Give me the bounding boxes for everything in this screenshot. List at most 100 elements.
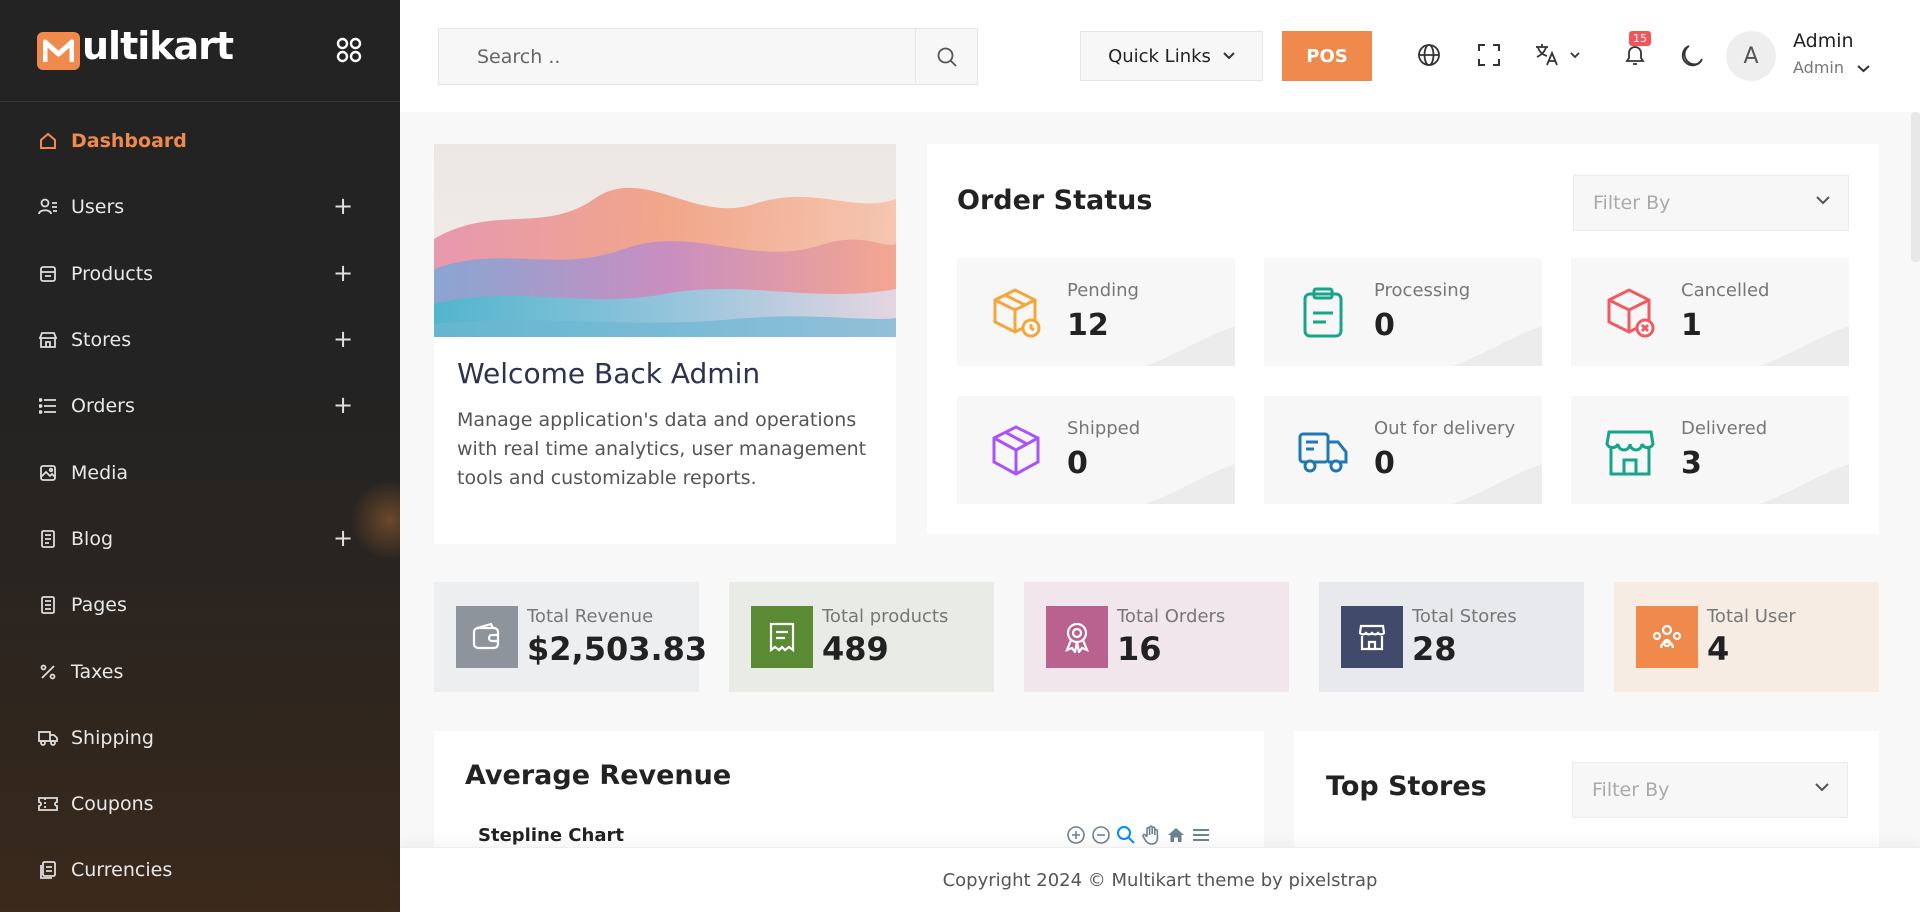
order-status-title: Order Status xyxy=(957,185,1153,216)
tile-wave-decoration xyxy=(1759,326,1849,366)
expand-plus-icon[interactable]: + xyxy=(333,526,353,550)
pan-hand-icon[interactable] xyxy=(1141,825,1161,845)
sidebar-item-label: Blog xyxy=(71,527,113,550)
reset-home-icon[interactable] xyxy=(1166,825,1186,845)
sidebar: ultikart Dashboard Users + Products + St… xyxy=(0,0,400,912)
tile-wave-decoration xyxy=(1759,464,1849,504)
apps-grid-icon[interactable] xyxy=(336,37,362,63)
search-input[interactable] xyxy=(439,29,909,84)
logo-mark[interactable] xyxy=(37,32,80,70)
tile-value: 0 xyxy=(1374,308,1395,343)
tile-label: Pending xyxy=(1067,280,1139,301)
sidebar-item-coupons[interactable]: Coupons xyxy=(0,771,400,837)
list-icon xyxy=(38,396,58,416)
sidebar-item-label: Orders xyxy=(71,395,135,418)
moon-icon[interactable] xyxy=(1680,42,1706,68)
shipped-box-icon xyxy=(992,425,1040,476)
user-role[interactable]: Admin xyxy=(1793,58,1870,77)
search-button[interactable] xyxy=(915,29,977,84)
fullscreen-icon[interactable] xyxy=(1476,42,1502,68)
stat-card-total-products[interactable]: Total products 489 xyxy=(729,582,994,692)
expand-plus-icon[interactable]: + xyxy=(333,261,353,285)
shop-icon xyxy=(1341,606,1403,668)
tile-value: 0 xyxy=(1067,446,1088,481)
user-name[interactable]: Admin xyxy=(1793,30,1854,52)
zoom-select-icon[interactable] xyxy=(1116,825,1136,845)
pos-button[interactable]: POS xyxy=(1282,31,1372,81)
order-status-tile-shipped[interactable]: Shipped 0 xyxy=(957,396,1235,504)
zoom-out-icon[interactable] xyxy=(1091,825,1111,845)
store-icon xyxy=(38,330,58,350)
tile-label: Shipped xyxy=(1067,418,1141,439)
truck-icon xyxy=(38,728,58,748)
menu-icon[interactable] xyxy=(1191,825,1211,845)
stat-label: Total Stores xyxy=(1412,606,1517,627)
award-icon xyxy=(1046,606,1108,668)
home-icon xyxy=(38,131,58,151)
products-icon xyxy=(38,264,58,284)
tile-value: 12 xyxy=(1067,308,1109,343)
order-status-tile-delivered[interactable]: Delivered 3 xyxy=(1571,396,1849,504)
order-status-tile-out-for-delivery[interactable]: Out for delivery 0 xyxy=(1264,396,1542,504)
percent-icon xyxy=(38,662,58,682)
stat-value: 4 xyxy=(1707,630,1730,668)
sidebar-item-label: Pages xyxy=(71,594,127,617)
search-icon xyxy=(937,47,957,67)
stat-value: 16 xyxy=(1117,630,1162,668)
user-role-label: Admin xyxy=(1793,58,1844,77)
filter-placeholder: Filter By xyxy=(1593,192,1671,214)
chart-toolbar xyxy=(1066,825,1211,845)
stat-card-total-revenue[interactable]: Total Revenue $2,503.83 xyxy=(434,582,707,692)
welcome-card: Welcome Back Admin Manage application's … xyxy=(434,144,896,544)
stat-card-total-orders[interactable]: Total Orders 16 xyxy=(1024,582,1289,692)
top-stores-filter[interactable]: Filter By xyxy=(1572,762,1848,818)
sidebar-item-label: Stores xyxy=(71,329,132,352)
avatar[interactable]: A xyxy=(1726,31,1776,81)
order-status-filter[interactable]: Filter By xyxy=(1573,175,1849,231)
quick-links-label: Quick Links xyxy=(1108,45,1211,67)
sidebar-item-pages[interactable]: Pages xyxy=(0,572,400,638)
sidebar-item-stores[interactable]: Stores + xyxy=(0,307,400,373)
sidebar-item-taxes[interactable]: Taxes xyxy=(0,638,400,704)
topbar: Quick Links POS 15 A Admin Admin xyxy=(400,0,1920,112)
expand-plus-icon[interactable]: + xyxy=(333,393,353,417)
chevron-down-icon xyxy=(1815,783,1829,792)
wallet-icon xyxy=(456,606,518,668)
stat-label: Total Orders xyxy=(1117,606,1226,627)
sidebar-item-users[interactable]: Users + xyxy=(0,174,400,240)
sidebar-nav: Dashboard Users + Products + Stores + Or… xyxy=(0,108,400,904)
tile-value: 0 xyxy=(1374,446,1395,481)
welcome-banner-image xyxy=(434,144,896,337)
sidebar-item-label: Products xyxy=(71,262,154,285)
tile-wave-decoration xyxy=(1145,326,1235,366)
delivery-truck-icon xyxy=(1298,432,1348,473)
zoom-in-icon[interactable] xyxy=(1066,825,1086,845)
expand-plus-icon[interactable]: + xyxy=(333,327,353,351)
language-icon[interactable] xyxy=(1534,42,1582,68)
page-scrollbar[interactable] xyxy=(1911,112,1920,262)
stat-card-total-stores[interactable]: Total Stores 28 xyxy=(1319,582,1584,692)
chart-title: Stepline Chart xyxy=(478,825,624,846)
order-status-tile-pending[interactable]: Pending 12 xyxy=(957,258,1235,366)
sidebar-item-orders[interactable]: Orders + xyxy=(0,373,400,439)
stat-card-total-user[interactable]: Total User 4 xyxy=(1614,582,1879,692)
sidebar-item-dashboard[interactable]: Dashboard xyxy=(0,108,400,174)
stat-value: $2,503.83 xyxy=(527,630,708,668)
tile-value: 3 xyxy=(1681,446,1702,481)
globe-icon[interactable] xyxy=(1416,42,1442,68)
sidebar-item-shipping[interactable]: Shipping xyxy=(0,705,400,771)
order-status-tile-processing[interactable]: Processing 0 xyxy=(1264,258,1542,366)
quick-links-dropdown[interactable]: Quick Links xyxy=(1080,31,1263,81)
logo-text[interactable]: ultikart xyxy=(82,24,234,68)
welcome-text: Manage application's data and operations… xyxy=(457,409,867,489)
currency-icon xyxy=(38,860,58,880)
sidebar-item-media[interactable]: Media xyxy=(0,439,400,505)
sidebar-item-currencies[interactable]: Currencies xyxy=(0,837,400,903)
pages-icon xyxy=(38,595,58,615)
sidebar-item-products[interactable]: Products + xyxy=(0,241,400,307)
sidebar-item-blog[interactable]: Blog + xyxy=(0,506,400,572)
order-status-tile-cancelled[interactable]: Cancelled 1 xyxy=(1571,258,1849,366)
footer: Copyright 2024 © Multikart theme by pixe… xyxy=(400,847,1920,912)
expand-plus-icon[interactable]: + xyxy=(333,194,353,218)
sidebar-item-label: Currencies xyxy=(71,859,173,882)
